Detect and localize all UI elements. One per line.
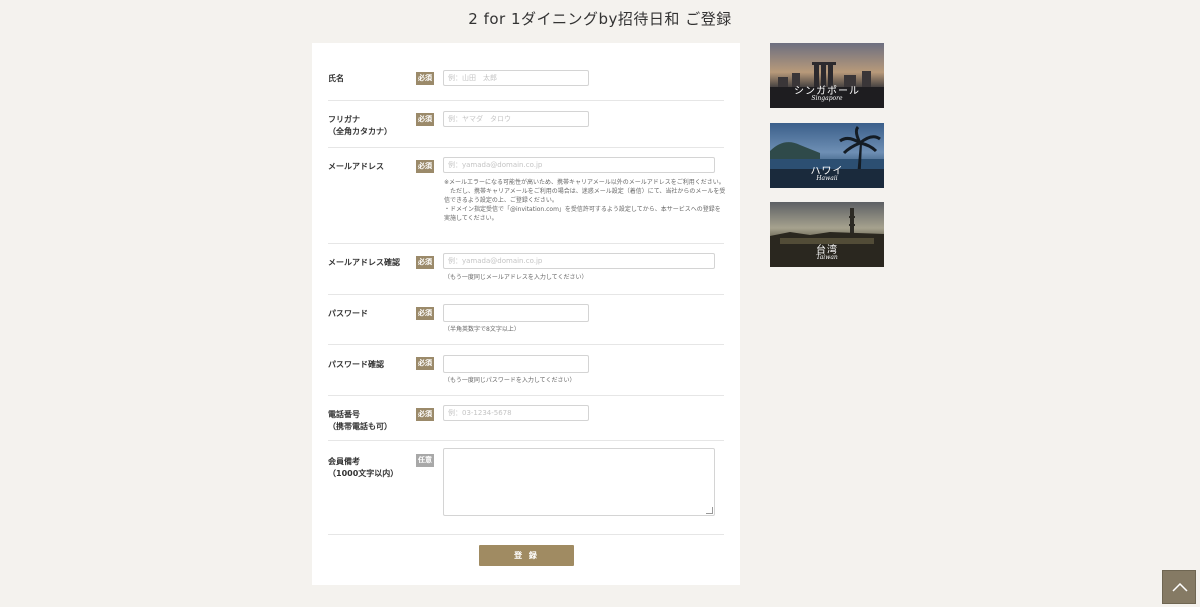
email-label: メールアドレス: [328, 162, 384, 171]
form-row-email: メールアドレス 必須 例：yamada@domain.co.jp ※メールエラー…: [328, 147, 726, 244]
remarks-label: 会員備考 （1000文字以内）: [328, 457, 399, 478]
required-badge: 必須: [416, 357, 434, 370]
form-row-password-confirm: パスワード確認 必須 （もう一度同じパスワードを入力してください）: [328, 344, 724, 396]
optional-badge: 任意: [416, 454, 434, 467]
phone-input[interactable]: 例：03-1234-5678: [443, 405, 589, 421]
destination-subtitle: Taiwan: [816, 254, 838, 261]
furigana-label: フリガナ （全角カタカナ）: [328, 115, 392, 136]
destination-subtitle: Singapore: [811, 95, 843, 102]
required-badge: 必須: [416, 408, 434, 421]
phone-label: 電話番号 （携帯電話も可）: [328, 410, 392, 431]
password-confirm-label: パスワード確認: [328, 360, 384, 369]
required-badge: 必須: [416, 160, 434, 173]
name-input[interactable]: 例：山田 太郎: [443, 70, 589, 86]
password-confirm-note: （もう一度同じパスワードを入力してください）: [444, 377, 576, 384]
form-row-phone: 電話番号 （携帯電話も可） 必須 例：03-1234-5678: [328, 395, 724, 441]
required-badge: 必須: [416, 307, 434, 320]
form-row-remarks: 会員備考 （1000文字以内） 任意: [328, 440, 724, 535]
password-input[interactable]: [443, 304, 589, 322]
remarks-textarea[interactable]: [443, 448, 715, 516]
chevron-up-icon: [1172, 583, 1188, 592]
required-badge: 必須: [416, 72, 434, 85]
scroll-to-top-button[interactable]: [1162, 570, 1196, 604]
form-row-password: パスワード 必須 （半角英数字で8文字以上）: [328, 294, 724, 345]
destination-banner-hawaii[interactable]: ハワイ Hawaii: [770, 123, 884, 188]
required-badge: 必須: [416, 113, 434, 126]
email-confirm-input[interactable]: 例：yamada@domain.co.jp: [443, 253, 715, 269]
password-note: （半角英数字で8文字以上）: [444, 326, 520, 333]
destination-banner-taiwan[interactable]: 台湾 Taiwan: [770, 202, 884, 267]
submit-button[interactable]: 登 録: [479, 545, 574, 566]
email-confirm-note: （もう一度同じメールアドレスを入力してください）: [444, 274, 588, 281]
form-row-email-confirm: メールアドレス確認 必須 例：yamada@domain.co.jp （もう一度…: [328, 243, 724, 295]
password-confirm-input[interactable]: [443, 355, 589, 373]
destination-banner-singapore[interactable]: シンガポール Singapore: [770, 43, 884, 108]
form-row-name: 氏名 必須 例：山田 太郎: [328, 43, 724, 101]
furigana-input[interactable]: 例：ヤマダ タロウ: [443, 111, 589, 127]
registration-form: 氏名 必須 例：山田 太郎 フリガナ （全角カタカナ） 必須 例：ヤマダ タロウ…: [312, 43, 740, 585]
destination-subtitle: Hawaii: [816, 175, 838, 182]
name-label: 氏名: [328, 74, 344, 83]
page-title: 2 for 1ダイニングby招待日和 ご登録: [468, 10, 732, 28]
email-note: ※メールエラーになる可能性が高いため、携帯キャリアメール以外のメールアドレスをご…: [444, 179, 726, 222]
password-label: パスワード: [328, 309, 368, 318]
form-row-furigana: フリガナ （全角カタカナ） 必須 例：ヤマダ タロウ: [328, 100, 724, 148]
resize-handle-icon[interactable]: [706, 507, 713, 514]
email-input[interactable]: 例：yamada@domain.co.jp: [443, 157, 715, 173]
email-confirm-label: メールアドレス確認: [328, 258, 400, 267]
required-badge: 必須: [416, 256, 434, 269]
